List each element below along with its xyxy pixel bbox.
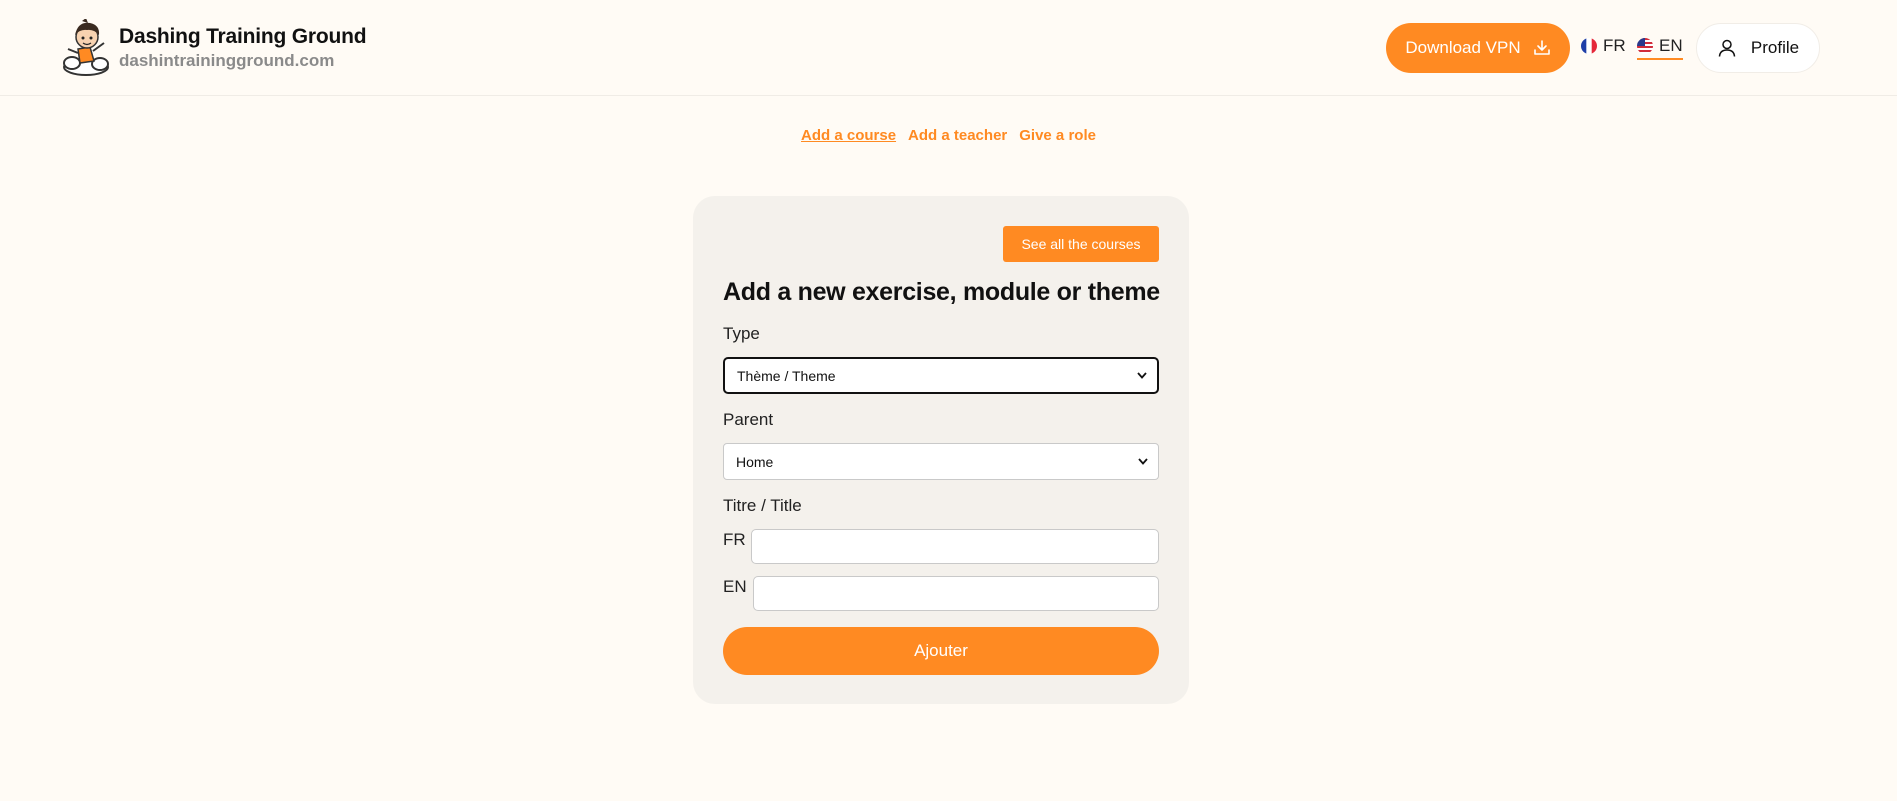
download-icon <box>1533 40 1550 55</box>
admin-subnav: Add a course Add a teacher Give a role <box>0 127 1897 144</box>
site-domain: dashintrainingground.com <box>119 51 335 70</box>
type-label: Type <box>723 324 760 343</box>
type-select-value: Thème / Theme <box>737 367 836 384</box>
nav-add-course[interactable]: Add a course <box>801 127 896 144</box>
title-fr-label: FR <box>723 530 746 549</box>
add-content-card: See all the courses Add a new exercise, … <box>693 196 1189 704</box>
nav-give-role[interactable]: Give a role <box>1019 127 1096 144</box>
usa-flag-icon <box>1637 38 1653 54</box>
add-submit-button[interactable]: Ajouter <box>723 627 1159 675</box>
type-select[interactable]: Thème / Theme <box>723 357 1159 394</box>
profile-label: Profile <box>1750 38 1800 57</box>
title-en-label: EN <box>723 577 747 596</box>
download-vpn-button[interactable]: Download VPN <box>1386 23 1570 73</box>
chevron-down-icon <box>1138 456 1148 468</box>
user-icon <box>1718 39 1736 57</box>
title-en-input[interactable] <box>753 576 1159 611</box>
see-all-courses-button[interactable]: See all the courses <box>1003 226 1159 262</box>
mascot-logo-icon <box>63 19 109 76</box>
download-vpn-label: Download VPN <box>1405 38 1521 57</box>
lang-switch-en[interactable]: EN <box>1637 36 1683 60</box>
chevron-down-icon <box>1137 370 1147 382</box>
title-fr-input[interactable] <box>751 529 1159 564</box>
france-flag-icon <box>1581 38 1597 54</box>
nav-add-teacher[interactable]: Add a teacher <box>908 127 1007 144</box>
parent-select-value: Home <box>736 453 774 470</box>
lang-switch-fr[interactable]: FR <box>1581 36 1626 59</box>
lang-fr-label: FR <box>1603 36 1626 55</box>
top-header: Dashing Training Ground dashintraininggr… <box>0 0 1897 96</box>
title-label: Titre / Title <box>723 496 802 515</box>
form-title: Add a new exercise, module or theme <box>723 278 1160 306</box>
lang-en-label: EN <box>1659 36 1683 55</box>
parent-select[interactable]: Home <box>723 443 1159 480</box>
site-logo[interactable]: Dashing Training Ground dashintraininggr… <box>60 19 367 77</box>
parent-label: Parent <box>723 410 774 429</box>
site-title: Dashing Training Ground <box>119 25 367 48</box>
profile-button[interactable]: Profile <box>1696 23 1820 73</box>
